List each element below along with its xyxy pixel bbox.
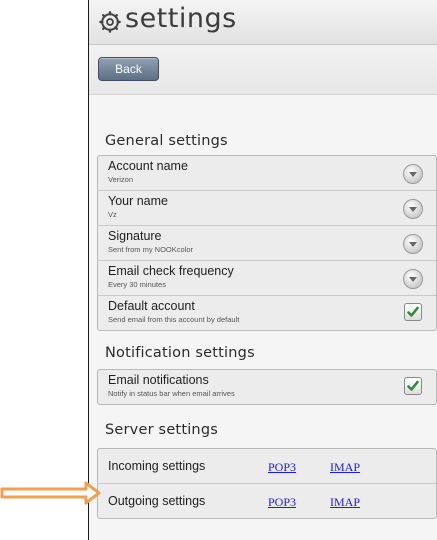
general-settings-heading: General settings: [105, 133, 228, 149]
incoming-settings-row: Incoming settings POP3 IMAP: [98, 449, 436, 484]
gear-icon: [99, 11, 121, 33]
default-account-checkbox[interactable]: [404, 303, 422, 321]
row-subtitle: Notify in status bar when email arrives: [108, 389, 235, 398]
chevron-down-icon[interactable]: [403, 234, 423, 254]
arrow-right-icon: [0, 481, 101, 505]
chevron-down-icon[interactable]: [403, 199, 423, 219]
default-account-row[interactable]: Default account Send email from this acc…: [98, 296, 436, 330]
email-check-frequency-row[interactable]: Email check frequency Every 30 minutes: [98, 261, 436, 296]
row-subtitle: Sent from my NOOKcolor: [108, 245, 194, 254]
back-button[interactable]: Back: [98, 57, 159, 81]
row-title: Default account: [108, 299, 195, 313]
chevron-down-icon[interactable]: [403, 164, 423, 184]
title-bar: settings: [89, 0, 437, 45]
row-title: Signature: [108, 229, 162, 243]
notification-settings-heading: Notification settings: [105, 345, 255, 361]
row-title: Your name: [108, 194, 168, 208]
row-subtitle: Send email from this account by default: [108, 315, 240, 324]
toolbar: Back: [89, 45, 437, 95]
incoming-settings-label: Incoming settings: [108, 459, 206, 473]
incoming-imap-link[interactable]: IMAP: [330, 460, 360, 475]
outgoing-settings-row: Outgoing settings POP3 IMAP: [98, 484, 436, 518]
page-title: settings: [125, 3, 237, 34]
email-notifications-checkbox[interactable]: [404, 377, 422, 395]
row-subtitle: Every 30 minutes: [108, 280, 166, 289]
row-title: Email notifications: [108, 373, 209, 387]
signature-row[interactable]: Signature Sent from my NOOKcolor: [98, 226, 436, 261]
email-notifications-row[interactable]: Email notifications Notify in status bar…: [98, 370, 436, 404]
incoming-pop3-link[interactable]: POP3: [268, 460, 296, 475]
notification-settings-group: Email notifications Notify in status bar…: [97, 369, 437, 405]
server-settings-heading: Server settings: [105, 422, 218, 438]
outgoing-imap-link[interactable]: IMAP: [330, 495, 360, 510]
your-name-row[interactable]: Your name Vz: [98, 191, 436, 226]
row-title: Account name: [108, 159, 188, 173]
row-subtitle: Vz: [108, 210, 117, 219]
server-settings-group: Incoming settings POP3 IMAP Outgoing set…: [97, 448, 437, 519]
row-subtitle: Verizon: [108, 175, 134, 184]
checkmark-icon: [407, 306, 419, 317]
chevron-down-icon[interactable]: [403, 269, 423, 289]
settings-screen: settings Back General settings Account n…: [88, 0, 437, 540]
row-title: Email check frequency: [108, 264, 234, 278]
checkmark-icon: [407, 380, 419, 391]
outgoing-pop3-link[interactable]: POP3: [268, 495, 296, 510]
settings-content: General settings Account name Verizon Yo…: [89, 95, 437, 540]
outgoing-settings-label: Outgoing settings: [108, 494, 206, 508]
general-settings-group: Account name Verizon Your name Vz Signat…: [97, 155, 437, 331]
account-name-row[interactable]: Account name Verizon: [98, 156, 436, 191]
